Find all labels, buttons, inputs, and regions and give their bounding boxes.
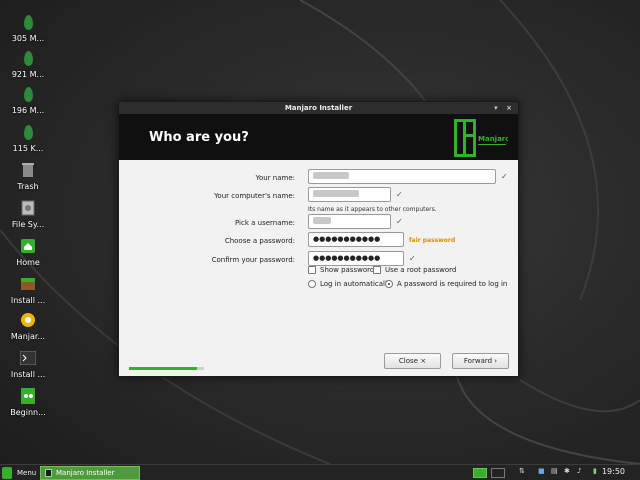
redacted-value <box>313 172 349 179</box>
close-button[interactable]: Close × <box>384 353 441 369</box>
manjaro-logo-icon: Manjaro <box>454 119 508 157</box>
home-icon <box>18 236 38 256</box>
login-auto-radio[interactable]: Log in automatically <box>308 280 391 288</box>
clock[interactable]: 19:50 <box>602 467 625 476</box>
desktop-icon-label: Beginn... <box>10 408 46 417</box>
redacted-value <box>313 217 331 224</box>
desktop-icon-beginner[interactable]: Beginn... <box>0 386 56 417</box>
password-row: Choose a password: ●●●●●●●●●●● fair pass… <box>119 232 520 248</box>
desktop-icon-label: File Sy... <box>11 220 45 229</box>
name-valid-check-icon: ✓ <box>501 172 508 181</box>
computer-name-hint: Its name as it appears to other computer… <box>308 206 437 213</box>
install-progress-bar <box>129 367 204 370</box>
desktop-icon-label: Manjar... <box>10 332 46 341</box>
confirm-password-field[interactable]: ●●●●●●●●●●● <box>308 251 404 266</box>
forward-button[interactable]: Forward › <box>452 353 509 369</box>
desktop-icon-drive-115[interactable]: 115 K... <box>0 122 56 153</box>
computer-row: Your computer's name: ✓ <box>119 187 520 203</box>
name-row: Your name: ✓ <box>119 169 520 185</box>
taskbar-item-installer[interactable]: Manjaro Installer <box>40 466 140 480</box>
terminal-icon <box>18 348 38 368</box>
computer-name-field[interactable] <box>308 187 391 202</box>
desktop-icon-label: Home <box>16 258 40 267</box>
root-password-checkbox[interactable]: Use a root password <box>373 266 456 274</box>
confirm-row: Confirm your password: ●●●●●●●●●●● ✓ <box>119 251 520 267</box>
desktop-icon-label: 196 M... <box>11 106 45 115</box>
manjaro-icon <box>18 310 38 330</box>
desktop-icon-install[interactable]: Install ... <box>0 274 56 305</box>
desktop-icon-label: 115 K... <box>12 144 44 153</box>
page-title: Who are you? <box>149 130 249 145</box>
volume-icon[interactable]: ♪ <box>577 467 581 475</box>
progress-fill <box>129 367 197 370</box>
logo-text: Manjaro <box>478 135 508 143</box>
task-label: Manjaro Installer <box>56 469 115 477</box>
desktop-icon-drive-305[interactable]: 305 M... <box>0 12 56 43</box>
installer-window: Manjaro Installer ▾ × Who are you? Manja… <box>118 101 519 377</box>
page-header: Who are you? Manjaro <box>119 114 518 160</box>
username-valid-check-icon: ✓ <box>396 217 403 226</box>
drive-icon <box>18 122 38 142</box>
root-password-label: Use a root password <box>385 266 457 274</box>
password-field[interactable]: ●●●●●●●●●●● <box>308 232 404 247</box>
close-window-icon[interactable]: × <box>506 104 512 112</box>
confirm-label: Confirm your password: <box>211 256 295 264</box>
display-icon[interactable]: ■ <box>538 467 545 475</box>
password-label: Choose a password: <box>224 237 295 245</box>
menu-button[interactable]: Menu <box>2 466 36 480</box>
desktop-icon-trash[interactable]: Trash <box>0 160 56 191</box>
desktop-icon-label: 921 M... <box>11 70 45 79</box>
name-field[interactable] <box>308 169 496 184</box>
name-label: Your name: <box>255 174 295 182</box>
desktop-icon-drive-921[interactable]: 921 M... <box>0 48 56 79</box>
menu-icon <box>2 467 12 479</box>
computer-label: Your computer's name: <box>214 192 295 200</box>
redacted-value <box>313 190 359 197</box>
username-row: Pick a username: ✓ <box>119 214 520 230</box>
drive-icon <box>18 12 38 32</box>
show-password-checkbox[interactable]: Show password <box>308 266 374 274</box>
password-strength: fair password <box>409 237 456 244</box>
desktop-icon-label: Trash <box>17 182 39 191</box>
desktop-icon-label: Install ... <box>10 296 46 305</box>
menu-label: Menu <box>17 469 37 477</box>
drive-icon <box>18 48 38 68</box>
computer-valid-check-icon: ✓ <box>396 190 403 199</box>
taskbar: Menu Manjaro Installer ⇅ ■ ▤ ✱ ♪ ▮ 19:50 <box>0 464 640 480</box>
desktop-icon-terminal[interactable]: Install ... <box>0 348 56 379</box>
bluetooth-icon[interactable]: ✱ <box>564 467 570 475</box>
login-password-label: A password is required to log in <box>397 280 508 288</box>
desktop-icon-label: 305 M... <box>11 34 45 43</box>
checkbox-box <box>373 266 381 274</box>
filesystem-icon <box>18 198 38 218</box>
minimize-icon[interactable]: ▾ <box>494 104 498 112</box>
desktop-icon-drive-196[interactable]: 196 M... <box>0 84 56 115</box>
keyboard-icon[interactable]: ▤ <box>551 467 558 475</box>
install-icon <box>18 274 38 294</box>
checkbox-box <box>308 266 316 274</box>
drive-icon <box>18 84 38 104</box>
confirm-valid-check-icon: ✓ <box>409 254 416 263</box>
workspace-2[interactable] <box>491 468 505 478</box>
workspace-1[interactable] <box>473 468 487 478</box>
installer-task-icon <box>45 469 52 477</box>
battery-icon[interactable]: ▮ <box>593 467 597 475</box>
username-field[interactable] <box>308 214 391 229</box>
trash-icon <box>18 160 38 180</box>
login-auto-label: Log in automatically <box>320 280 392 288</box>
desktop-icon-manjaro[interactable]: Manjar... <box>0 310 56 341</box>
desktop-icon-filesystem[interactable]: File Sy... <box>0 198 56 229</box>
username-label: Pick a username: <box>234 219 295 227</box>
radio-button-selected <box>385 280 393 288</box>
beginner-icon <box>18 386 38 406</box>
desktop-icon-home[interactable]: Home <box>0 236 56 267</box>
login-password-radio[interactable]: A password is required to log in <box>385 280 507 288</box>
radio-button <box>308 280 316 288</box>
window-title: Manjaro Installer <box>284 104 353 112</box>
window-titlebar[interactable]: Manjaro Installer ▾ × <box>119 102 518 114</box>
network-icon[interactable]: ⇅ <box>519 467 525 475</box>
show-password-label: Show password <box>320 266 375 274</box>
desktop-icon-label: Install ... <box>10 370 46 379</box>
